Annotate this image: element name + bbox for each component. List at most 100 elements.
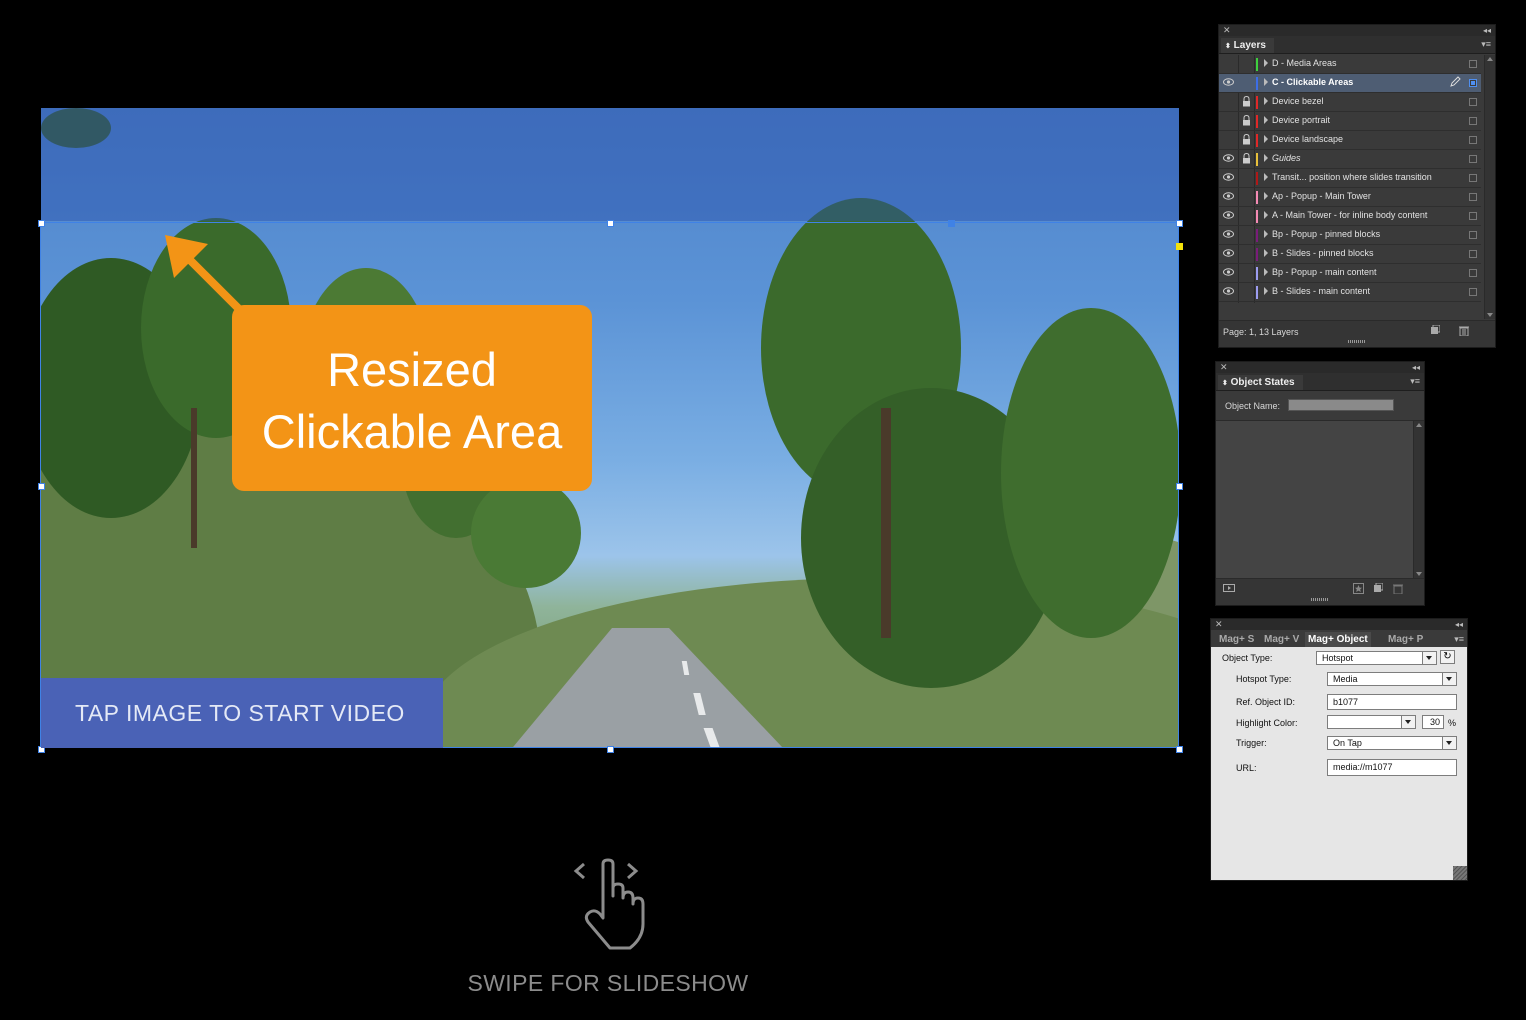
layer-row[interactable]: B - Slides - pinned blocks [1219,245,1481,264]
chevron-down-icon[interactable] [1442,737,1456,749]
layer-row[interactable]: Transit... position where slides transit… [1219,169,1481,188]
layer-target-square[interactable] [1469,117,1477,125]
layer-row[interactable]: D - Media Areas [1219,55,1481,74]
layer-target-square[interactable] [1469,250,1477,258]
layer-row[interactable]: A - Main Tower - for inline body content [1219,207,1481,226]
expand-triangle-icon[interactable] [1264,249,1268,257]
tab-mag-v[interactable]: Mag+ V [1261,632,1302,647]
scroll-up-icon[interactable] [1487,57,1493,61]
tab-mag-s[interactable]: Mag+ S [1216,632,1257,647]
collapse-icon[interactable]: ◂◂ [1455,619,1463,630]
collapse-icon[interactable]: ◂◂ [1483,25,1491,36]
expand-triangle-icon[interactable] [1264,97,1268,105]
eye-icon[interactable] [1223,268,1234,276]
layer-target-square[interactable] [1469,193,1477,201]
scroll-up-icon[interactable] [1416,423,1422,427]
layer-target-square[interactable] [1469,288,1477,296]
layer-target-square[interactable] [1469,155,1477,163]
eye-icon[interactable] [1223,230,1234,238]
trigger-select[interactable]: On Tap [1327,736,1457,750]
chevron-down-icon[interactable] [1401,716,1415,728]
layer-target-square[interactable] [1469,98,1477,106]
resize-grip[interactable] [1348,340,1366,343]
resize-handle[interactable] [1176,483,1183,490]
close-icon[interactable]: ✕ [1220,362,1228,373]
trash-icon[interactable] [1392,583,1404,594]
expand-triangle-icon[interactable] [1264,135,1268,143]
url-input[interactable]: media://m1077 [1327,759,1457,776]
layer-target-square[interactable] [1469,231,1477,239]
layer-row[interactable]: Bp - Popup - pinned blocks [1219,226,1481,245]
layer-target-square[interactable] [1469,60,1477,68]
highlight-opacity-input[interactable]: 30 [1422,715,1444,729]
resize-handle[interactable] [607,220,614,227]
expand-triangle-icon[interactable] [1264,192,1268,200]
resize-handle[interactable] [38,220,45,227]
resize-handle[interactable] [38,483,45,490]
layer-row[interactable]: Bp - Popup - main content [1219,264,1481,283]
layer-target-square[interactable] [1469,174,1477,182]
tab-layers[interactable]: ⬍ Layers [1221,38,1274,53]
chevron-down-icon[interactable] [1442,673,1456,685]
highlight-color-select[interactable] [1327,715,1416,729]
lock-icon[interactable] [1242,153,1251,164]
layer-row[interactable]: B - Slides - main content [1219,283,1481,302]
tap-to-start-video-banner[interactable]: TAP IMAGE TO START VIDEO [41,678,443,748]
states-scrollbar[interactable] [1413,421,1424,578]
panel-menu-icon[interactable]: ▾≡ [1454,634,1464,645]
lock-icon[interactable] [1242,134,1251,145]
resize-handle[interactable] [1176,220,1183,227]
new-state-icon[interactable] [1373,583,1383,593]
resize-handle[interactable] [1176,746,1183,753]
close-icon[interactable]: ✕ [1215,619,1223,630]
expand-triangle-icon[interactable] [1264,268,1268,276]
tab-mag-p[interactable]: Mag+ P [1385,632,1426,647]
states-list[interactable] [1216,421,1414,578]
eye-icon[interactable] [1223,154,1234,162]
eye-icon[interactable] [1223,78,1234,86]
layers-scrollbar[interactable] [1484,55,1495,319]
eye-icon[interactable] [1223,173,1234,181]
lock-icon[interactable] [1242,96,1251,107]
expand-triangle-icon[interactable] [1264,59,1268,67]
tab-object-states[interactable]: ⬍ Object States [1218,375,1303,390]
close-icon[interactable]: ✕ [1223,25,1231,36]
layer-row[interactable]: Device landscape [1219,131,1481,150]
panel-menu-icon[interactable]: ▾≡ [1481,39,1491,50]
convert-to-state-icon[interactable] [1353,583,1364,594]
expand-triangle-icon[interactable] [1264,211,1268,219]
hotspot-type-select[interactable]: Media [1327,672,1457,686]
expand-triangle-icon[interactable] [1264,154,1268,162]
layer-target-square[interactable] [1469,269,1477,277]
layer-row[interactable]: C - Clickable Areas [1219,74,1481,93]
layer-target-square[interactable] [1469,136,1477,144]
expand-triangle-icon[interactable] [1264,173,1268,181]
anchor-point[interactable] [948,220,955,227]
resize-handle[interactable] [607,746,614,753]
layer-target-square[interactable] [1469,212,1477,220]
eye-icon[interactable] [1223,192,1234,200]
chevron-down-icon[interactable] [1422,652,1436,664]
layer-row[interactable]: Device bezel [1219,93,1481,112]
ref-object-id-input[interactable]: b1077 [1327,694,1457,710]
scroll-down-icon[interactable] [1487,313,1493,317]
collapse-icon[interactable]: ◂◂ [1412,362,1420,373]
expand-triangle-icon[interactable] [1264,230,1268,238]
layer-row[interactable]: Device portrait [1219,112,1481,131]
scroll-down-icon[interactable] [1416,572,1422,576]
eye-icon[interactable] [1223,211,1234,219]
lock-icon[interactable] [1242,115,1251,126]
expand-triangle-icon[interactable] [1264,287,1268,295]
layer-row[interactable]: Ap - Popup - Main Tower [1219,188,1481,207]
layer-row[interactable]: Guides [1219,150,1481,169]
preview-icon[interactable] [1223,584,1235,594]
object-name-input[interactable] [1288,399,1394,411]
resize-grip[interactable] [1311,598,1329,601]
tab-mag-object[interactable]: Mag+ Object [1305,632,1371,647]
refresh-icon[interactable]: ↻ [1440,650,1455,664]
trash-icon[interactable] [1458,325,1470,336]
panel-menu-icon[interactable]: ▾≡ [1410,376,1420,387]
resize-grip[interactable] [1453,866,1467,880]
expand-triangle-icon[interactable] [1264,116,1268,124]
object-type-select[interactable]: Hotspot [1316,651,1437,665]
